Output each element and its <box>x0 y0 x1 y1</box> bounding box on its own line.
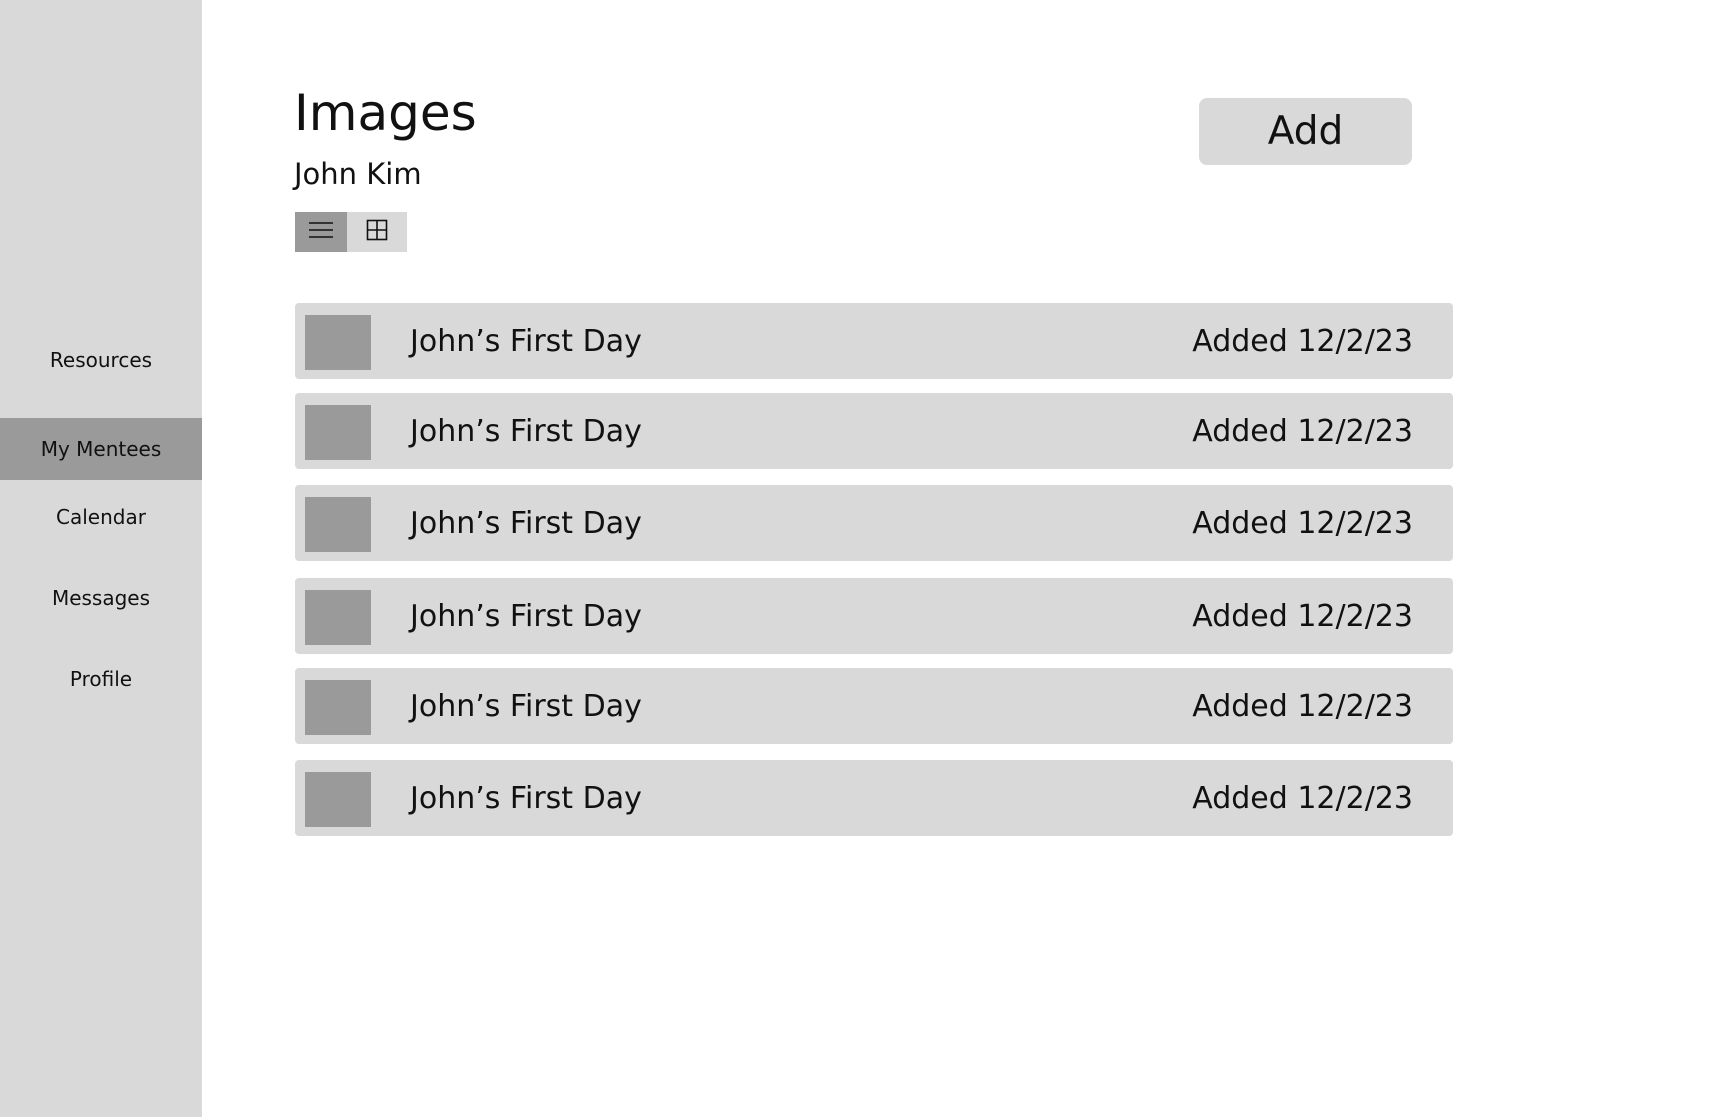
sidebar-item-label: My Mentees <box>40 437 162 461</box>
image-thumbnail <box>305 315 371 370</box>
image-thumbnail <box>305 590 371 645</box>
image-thumbnail <box>305 405 371 460</box>
sidebar-item-profile[interactable]: Profile <box>0 648 202 710</box>
image-title: John’s First Day <box>410 323 642 359</box>
sidebar-item-label: Resources <box>49 348 153 372</box>
sidebar-item-label: Calendar <box>56 505 146 529</box>
image-title: John’s First Day <box>410 598 642 634</box>
sidebar-item-calendar[interactable]: Calendar <box>0 486 202 548</box>
list-item[interactable]: John’s First Day Added 12/2/23 <box>295 393 1453 469</box>
image-thumbnail <box>305 680 371 735</box>
image-title: John’s First Day <box>410 780 642 816</box>
list-item[interactable]: John’s First Day Added 12/2/23 <box>295 578 1453 654</box>
page-title: Images <box>294 84 477 142</box>
grid-view-icon <box>366 219 388 245</box>
image-added-date: Added 12/2/23 <box>1192 323 1413 359</box>
list-item[interactable]: John’s First Day Added 12/2/23 <box>295 485 1453 561</box>
sidebar-item-messages[interactable]: Messages <box>0 567 202 629</box>
image-added-date: Added 12/2/23 <box>1192 598 1413 634</box>
view-toggle <box>295 212 407 252</box>
image-added-date: Added 12/2/23 <box>1192 780 1413 816</box>
image-added-date: Added 12/2/23 <box>1192 505 1413 541</box>
image-added-date: Added 12/2/23 <box>1192 688 1413 724</box>
sidebar: Resources My Mentees Calendar Messages P… <box>0 0 202 1117</box>
sidebar-item-resources[interactable]: Resources <box>0 329 202 391</box>
list-item[interactable]: John’s First Day Added 12/2/23 <box>295 760 1453 836</box>
image-title: John’s First Day <box>410 505 642 541</box>
image-thumbnail <box>305 497 371 552</box>
mentee-name: John Kim <box>294 157 422 191</box>
image-title: John’s First Day <box>410 413 642 449</box>
image-thumbnail <box>305 772 371 827</box>
sidebar-item-label: Messages <box>51 586 151 610</box>
list-item[interactable]: John’s First Day Added 12/2/23 <box>295 668 1453 744</box>
main-content: Images John Kim Add John’s First Day Add… <box>202 0 1728 1117</box>
list-item[interactable]: John’s First Day Added 12/2/23 <box>295 303 1453 379</box>
sidebar-item-label: Profile <box>69 667 133 691</box>
grid-view-button[interactable] <box>347 212 407 252</box>
image-title: John’s First Day <box>410 688 642 724</box>
list-view-icon <box>308 220 334 244</box>
sidebar-item-my-mentees[interactable]: My Mentees <box>0 418 202 480</box>
add-button[interactable]: Add <box>1199 98 1412 165</box>
image-added-date: Added 12/2/23 <box>1192 413 1413 449</box>
list-view-button[interactable] <box>295 212 347 252</box>
